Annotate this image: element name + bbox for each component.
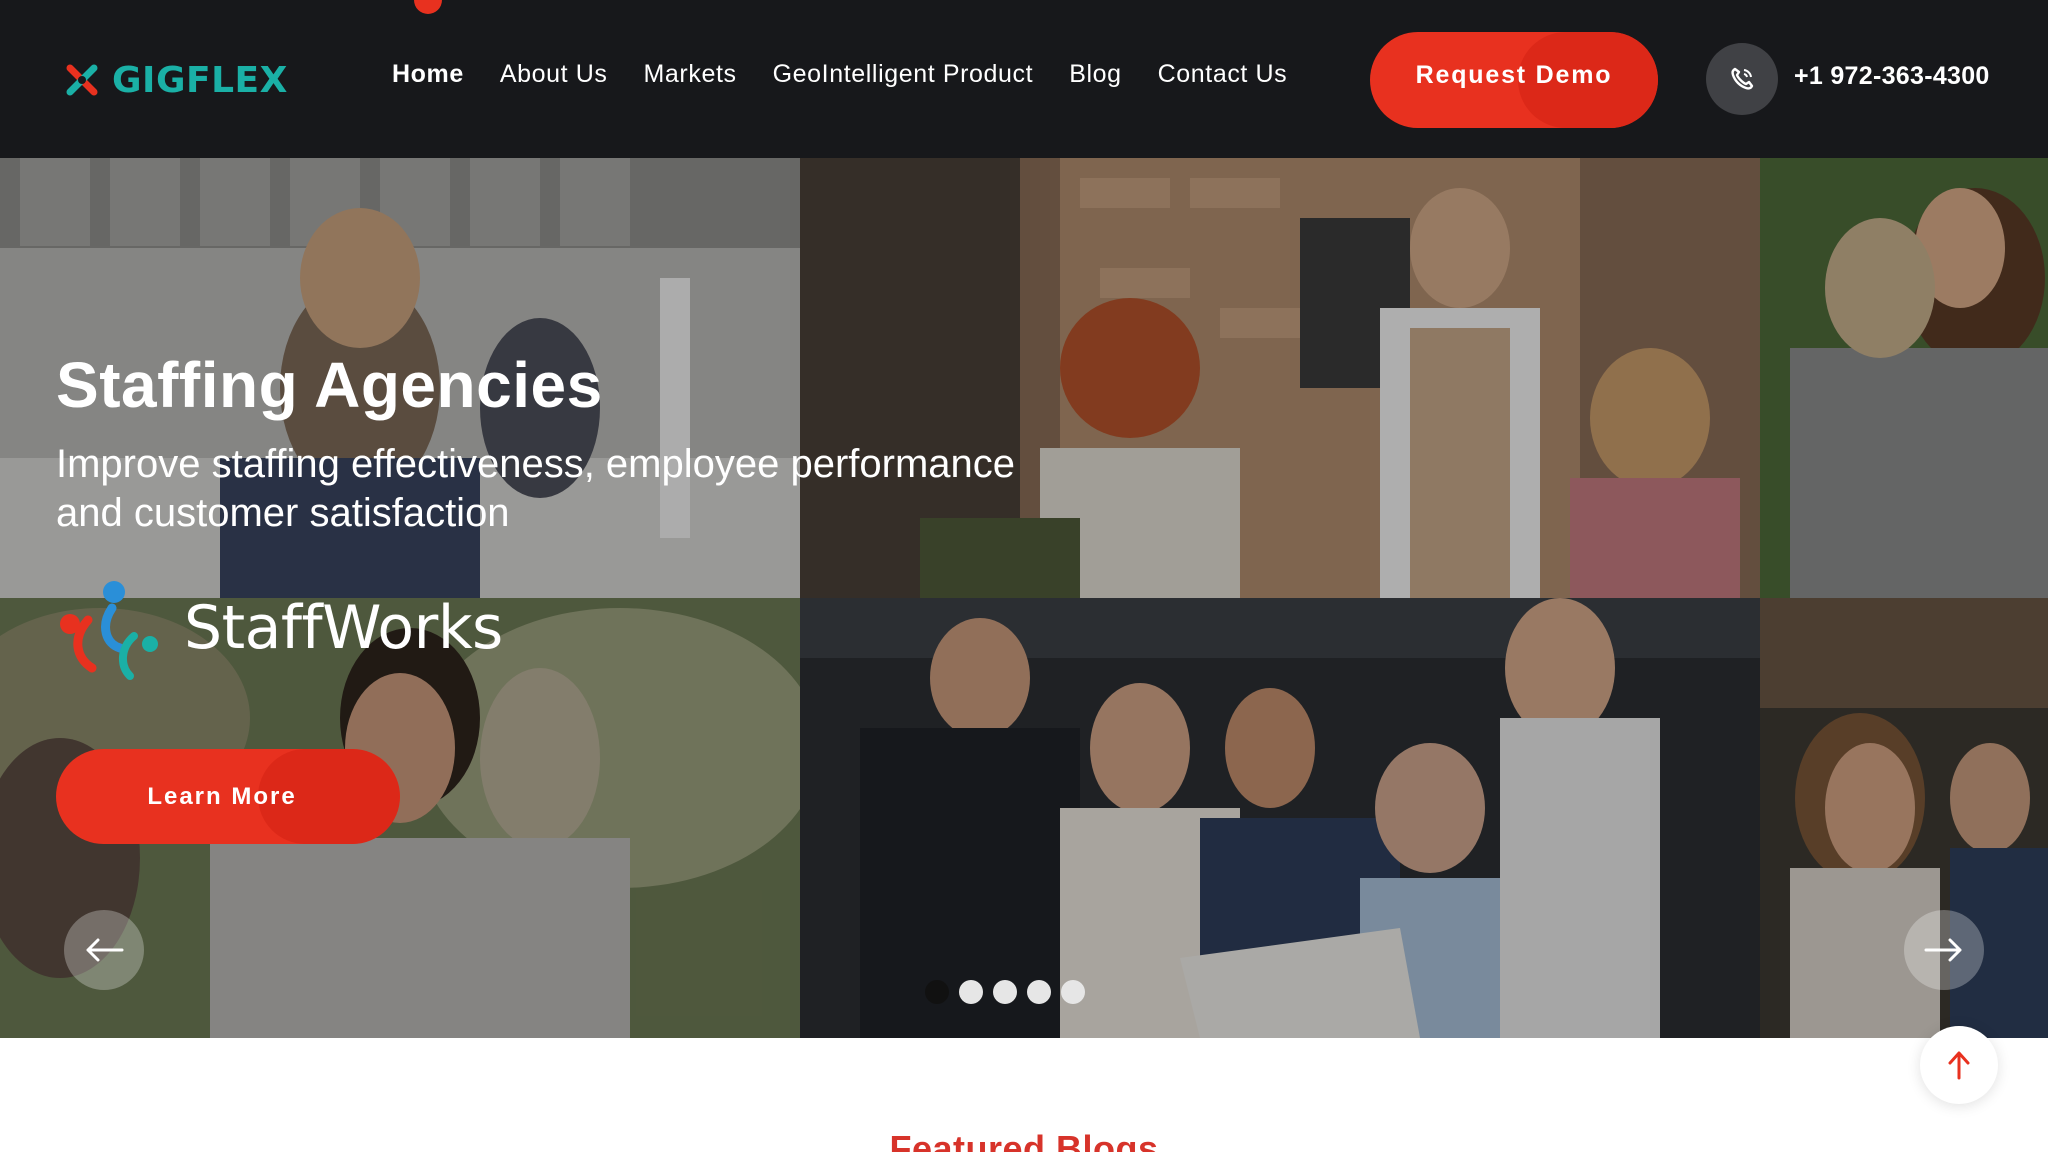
slider-pagination — [925, 980, 1085, 1004]
nav-geointelligent-product[interactable]: GeoIntelligent Product — [773, 60, 1034, 89]
main-nav: Home About Us Markets GeoIntelligent Pro… — [392, 60, 1287, 89]
slider-dot-5[interactable] — [1061, 980, 1085, 1004]
slider-dot-4[interactable] — [1027, 980, 1051, 1004]
arrow-left-icon — [86, 938, 124, 962]
logo-text: GIGFLEX — [112, 59, 288, 101]
nav-markets[interactable]: Markets — [644, 60, 737, 89]
hero-slider: Staffing Agencies Improve staffing effec… — [0, 158, 2048, 1038]
featured-blogs-title: Featured Blogs — [889, 1128, 1159, 1152]
learn-more-button[interactable]: Learn More — [56, 749, 400, 844]
staffworks-logo-text: StaffWorks — [184, 593, 503, 663]
slider-dot-3[interactable] — [993, 980, 1017, 1004]
phone-button[interactable] — [1706, 43, 1778, 115]
slider-dot-1[interactable] — [925, 980, 949, 1004]
request-demo-label: Request Demo — [1415, 60, 1613, 89]
staffworks-logo: StaffWorks — [54, 578, 503, 688]
nav-about-us[interactable]: About Us — [500, 60, 608, 89]
slider-dot-2[interactable] — [959, 980, 983, 1004]
hero-subtitle: Improve staffing effectiveness, employee… — [56, 442, 1016, 535]
phone-number[interactable]: +1 972-363-4300 — [1794, 62, 1990, 91]
nav-blog[interactable]: Blog — [1069, 60, 1121, 89]
gigflex-logo-icon — [66, 64, 98, 96]
request-demo-button[interactable]: Request Demo — [1370, 32, 1658, 128]
site-header: GIGFLEX Home About Us Markets GeoIntelli… — [0, 0, 2048, 158]
slider-prev-button[interactable] — [64, 910, 144, 990]
slider-next-button[interactable] — [1904, 910, 1984, 990]
gigflex-logo[interactable]: GIGFLEX — [62, 56, 288, 104]
decorative-dot — [414, 0, 442, 14]
phone-icon — [1731, 67, 1754, 90]
nav-home[interactable]: Home — [392, 60, 464, 89]
arrow-up-icon — [1948, 1051, 1970, 1080]
learn-more-label: Learn More — [147, 782, 297, 810]
hero-title: Staffing Agencies — [56, 349, 603, 421]
scroll-to-top-button[interactable] — [1920, 1026, 1998, 1104]
nav-contact-us[interactable]: Contact Us — [1158, 60, 1288, 89]
staffworks-logo-icon — [60, 581, 158, 680]
arrow-right-icon — [1924, 938, 1962, 962]
